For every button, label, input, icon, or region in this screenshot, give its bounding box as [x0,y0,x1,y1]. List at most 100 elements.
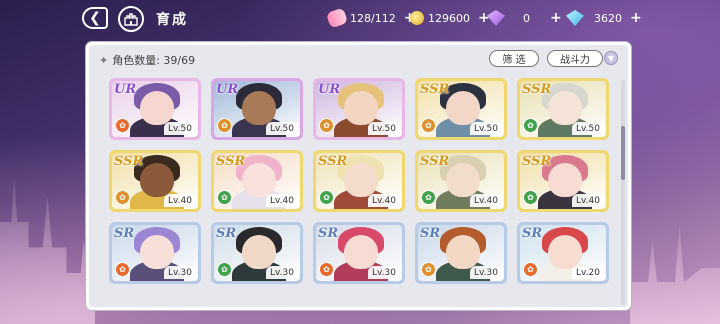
character-face [344,91,378,125]
attribute-icon: ✿ [523,262,538,277]
level-label: Lv.20 [572,266,604,279]
rarity-badge: UR [318,82,341,97]
character-portrait-frame: SR ✿ Lv.30 [316,225,402,281]
blue-diamond-count: 3620 [594,11,622,25]
character-panel: ✦ 角色数量: 39/69 筛 选 战斗力 ▼ UR ✿ Lv.50 UR ✿ Lv.50… [86,42,631,310]
attribute-icon: ✿ [319,118,334,133]
level-label: Lv.30 [266,266,298,279]
blue-diamond-icon [566,10,584,26]
character-face [446,163,480,197]
page-title: 育成 [156,12,188,28]
rarity-badge: SSR [420,82,450,97]
character-card[interactable]: SR ✿ Lv.30 [211,222,303,284]
attribute-icon: ✿ [115,262,130,277]
character-card[interactable]: SR ✿ Lv.20 [517,222,609,284]
character-face [242,91,276,125]
character-portrait-frame: SR ✿ Lv.30 [214,225,300,281]
character-card[interactable]: SSR ✿ Lv.40 [313,150,405,212]
level-label: Lv.50 [470,122,502,135]
character-card[interactable]: SSR ✿ Lv.40 [517,150,609,212]
character-card[interactable]: SSR ✿ Lv.40 [415,150,507,212]
attribute-icon: ✿ [523,118,538,133]
level-label: Lv.40 [572,194,604,207]
level-label: Lv.30 [470,266,502,279]
character-face [140,91,174,125]
character-face [140,235,174,269]
level-label: Lv.30 [368,266,400,279]
attribute-icon: ✿ [319,190,334,205]
sort-label: 战斗力 [560,55,590,66]
attribute-icon: ✿ [523,190,538,205]
rarity-badge: SSR [522,82,552,97]
character-face [344,235,378,269]
chevron-left-icon: ❮ [89,10,101,26]
level-label: Lv.50 [164,122,196,135]
add-purple-gem-button[interactable]: + [550,10,562,26]
attribute-icon: ✿ [115,118,130,133]
chevron-down-icon: ▼ [607,53,615,63]
character-face [242,163,276,197]
character-portrait-frame: SSR ✿ Lv.40 [316,153,402,209]
character-grid: UR ✿ Lv.50 UR ✿ Lv.50 UR ✿ Lv.50 SSR ✿ Lv.50 SSR ✿ Lv.… [109,78,617,310]
character-card[interactable]: UR ✿ Lv.50 [313,78,405,140]
gold-count: 129600 [428,11,470,25]
character-portrait-frame: SSR ✿ Lv.40 [418,153,504,209]
attribute-icon: ✿ [217,262,232,277]
level-label: Lv.40 [266,194,298,207]
purple-gem-icon [487,10,505,26]
attribute-icon: ✿ [217,190,232,205]
character-portrait-frame: SR ✿ Lv.30 [418,225,504,281]
character-card[interactable]: SSR ✿ Lv.50 [517,78,609,140]
rarity-badge: SR [522,226,543,241]
sort-button[interactable]: 战斗力 [547,50,603,67]
character-face [344,163,378,197]
scrollbar-thumb[interactable] [621,126,625,180]
rarity-badge: SSR [420,154,450,169]
character-count-label: 角色数量: 39/69 [112,54,196,67]
character-face [548,235,582,269]
character-face [446,235,480,269]
background-castle-right [630,226,720,324]
character-face [548,91,582,125]
character-card[interactable]: SSR ✿ Lv.40 [211,150,303,212]
home-button[interactable] [118,6,144,32]
sort-order-toggle[interactable]: ▼ [604,51,618,65]
rarity-badge: SR [216,226,237,241]
level-label: Lv.50 [266,122,298,135]
level-label: Lv.50 [368,122,400,135]
candy-count: 128/112 [350,11,396,25]
character-card[interactable]: UR ✿ Lv.50 [211,78,303,140]
character-portrait-frame: SR ✿ Lv.20 [520,225,606,281]
character-card[interactable]: SSR ✿ Lv.40 [109,150,201,212]
character-portrait-frame: UR ✿ Lv.50 [316,81,402,137]
add-blue-diamond-button[interactable]: + [630,10,642,26]
character-card[interactable]: SR ✿ Lv.30 [109,222,201,284]
background-castle-left [0,171,95,324]
character-face [446,91,480,125]
level-label: Lv.40 [164,194,196,207]
rarity-badge: SSR [318,154,348,169]
level-label: Lv.40 [470,194,502,207]
rarity-badge: SSR [216,154,246,169]
rarity-badge: SR [114,226,135,241]
attribute-icon: ✿ [421,118,436,133]
character-face [242,235,276,269]
character-card[interactable]: SR ✿ Lv.30 [313,222,405,284]
attribute-icon: ✿ [421,190,436,205]
sparkle-icon: ✦ [99,53,109,67]
purple-gem-count: 0 [523,11,530,25]
resource-blue-diamond: 3620 + [566,9,642,27]
rarity-badge: UR [216,82,239,97]
filter-button[interactable]: 筛 选 [489,50,539,67]
attribute-icon: ✿ [115,190,130,205]
level-label: Lv.30 [164,266,196,279]
character-portrait-frame: SR ✿ Lv.30 [112,225,198,281]
scrollbar[interactable] [621,80,625,305]
back-button[interactable]: ❮ [82,7,108,29]
resource-gold: 129600 + [410,9,490,27]
character-portrait-frame: SSR ✿ Lv.40 [112,153,198,209]
character-card[interactable]: UR ✿ Lv.50 [109,78,201,140]
character-face [548,163,582,197]
character-card[interactable]: SSR ✿ Lv.50 [415,78,507,140]
character-card[interactable]: SR ✿ Lv.30 [415,222,507,284]
